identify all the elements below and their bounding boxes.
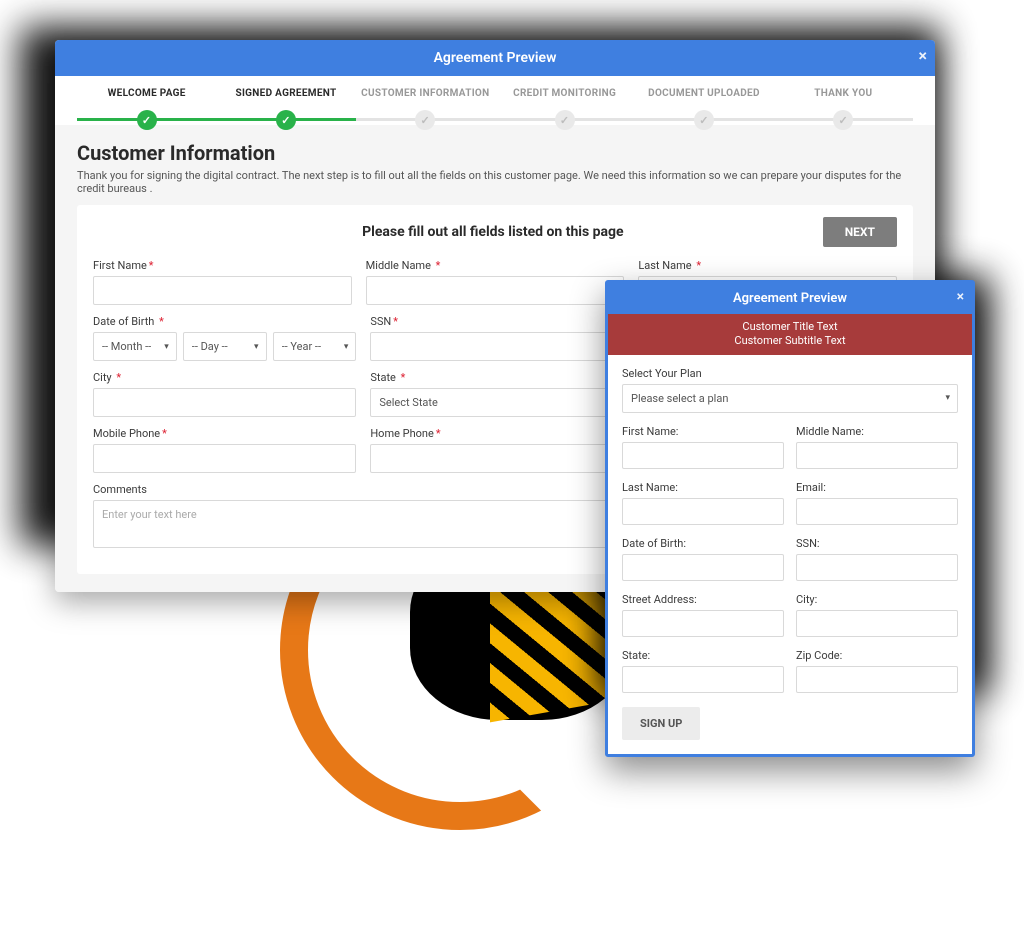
label-dob: Date of Birth: — [622, 537, 784, 550]
label-dob: Date of Birth * — [93, 315, 356, 328]
zip-field[interactable] — [796, 666, 958, 693]
step-label: THANK YOU — [814, 88, 872, 99]
label-city: City * — [93, 371, 356, 384]
form-instruction: Please fill out all fields listed on thi… — [163, 224, 823, 240]
middle-name-field[interactable] — [796, 442, 958, 469]
mobile-phone-field[interactable] — [93, 444, 356, 473]
checkmark-icon: ✓ — [555, 110, 575, 130]
win2-header: Agreement Preview × — [608, 283, 972, 314]
dob-day-select[interactable]: -- Day -- — [183, 332, 267, 361]
banner-title: Customer Title Text — [608, 320, 972, 334]
step-label: DOCUMENT UPLOADED — [648, 88, 760, 99]
checkmark-icon: ✓ — [415, 110, 435, 130]
street-field[interactable] — [622, 610, 784, 637]
progress-stepper: WELCOME PAGE ✓ SIGNED AGREEMENT ✓ CUSTOM… — [55, 76, 935, 125]
label-middle-name: Middle Name * — [366, 259, 625, 272]
label-state: State: — [622, 649, 784, 662]
middle-name-field[interactable] — [366, 276, 625, 305]
customer-banner: Customer Title Text Customer Subtitle Te… — [608, 314, 972, 355]
email-field[interactable] — [796, 498, 958, 525]
step-welcome[interactable]: WELCOME PAGE ✓ — [77, 88, 216, 125]
ssn-field[interactable] — [796, 554, 958, 581]
step-credit[interactable]: CREDIT MONITORING ✓ — [495, 88, 634, 125]
label-last-name: Last Name * — [638, 259, 897, 272]
section-title: Customer Information — [77, 141, 913, 165]
label-first-name: First Name* — [93, 259, 352, 272]
plan-select[interactable]: Please select a plan — [622, 384, 958, 413]
state-field[interactable] — [622, 666, 784, 693]
step-document[interactable]: DOCUMENT UPLOADED ✓ — [634, 88, 773, 125]
label-zip: Zip Code: — [796, 649, 958, 662]
checkmark-icon: ✓ — [137, 110, 157, 130]
win2-body: Select Your Plan Please select a plan Fi… — [608, 355, 972, 754]
step-label: CREDIT MONITORING — [513, 88, 616, 99]
step-label: WELCOME PAGE — [108, 88, 186, 99]
checkmark-icon: ✓ — [694, 110, 714, 130]
label-city: City: — [796, 593, 958, 606]
last-name-field[interactable] — [622, 498, 784, 525]
win2-title: Agreement Preview — [733, 291, 847, 306]
step-label: CUSTOMER INFORMATION — [361, 88, 489, 99]
first-name-field[interactable] — [622, 442, 784, 469]
section-subtitle: Thank you for signing the digital contra… — [77, 169, 913, 195]
close-icon[interactable]: × — [919, 46, 928, 65]
form-top: Please fill out all fields listed on thi… — [93, 217, 897, 247]
label-plan: Select Your Plan — [622, 367, 958, 380]
first-name-field[interactable] — [93, 276, 352, 305]
checkmark-icon: ✓ — [276, 110, 296, 130]
city-field[interactable] — [93, 388, 356, 417]
checkmark-icon: ✓ — [833, 110, 853, 130]
signup-button[interactable]: SIGN UP — [622, 707, 700, 740]
label-first-name: First Name: — [622, 425, 784, 438]
label-ssn: SSN: — [796, 537, 958, 550]
city-field[interactable] — [796, 610, 958, 637]
win1-header: Agreement Preview × — [55, 40, 935, 76]
dob-year-select[interactable]: -- Year -- — [273, 332, 357, 361]
step-customer-info[interactable]: CUSTOMER INFORMATION ✓ — [356, 88, 495, 125]
label-middle-name: Middle Name: — [796, 425, 958, 438]
label-street: Street Address: — [622, 593, 784, 606]
label-last-name: Last Name: — [622, 481, 784, 494]
step-thanks[interactable]: THANK YOU ✓ — [774, 88, 913, 125]
dob-field[interactable] — [622, 554, 784, 581]
dob-month-select[interactable]: -- Month -- — [93, 332, 177, 361]
label-email: Email: — [796, 481, 958, 494]
win1-title: Agreement Preview — [434, 50, 557, 66]
next-button[interactable]: NEXT — [823, 217, 897, 247]
window-agreement-small: Agreement Preview × Customer Title Text … — [605, 280, 975, 757]
close-icon[interactable]: × — [957, 289, 964, 305]
step-signed[interactable]: SIGNED AGREEMENT ✓ — [216, 88, 355, 125]
label-mobile: Mobile Phone* — [93, 427, 356, 440]
banner-subtitle: Customer Subtitle Text — [608, 334, 972, 348]
step-label: SIGNED AGREEMENT — [236, 88, 337, 99]
